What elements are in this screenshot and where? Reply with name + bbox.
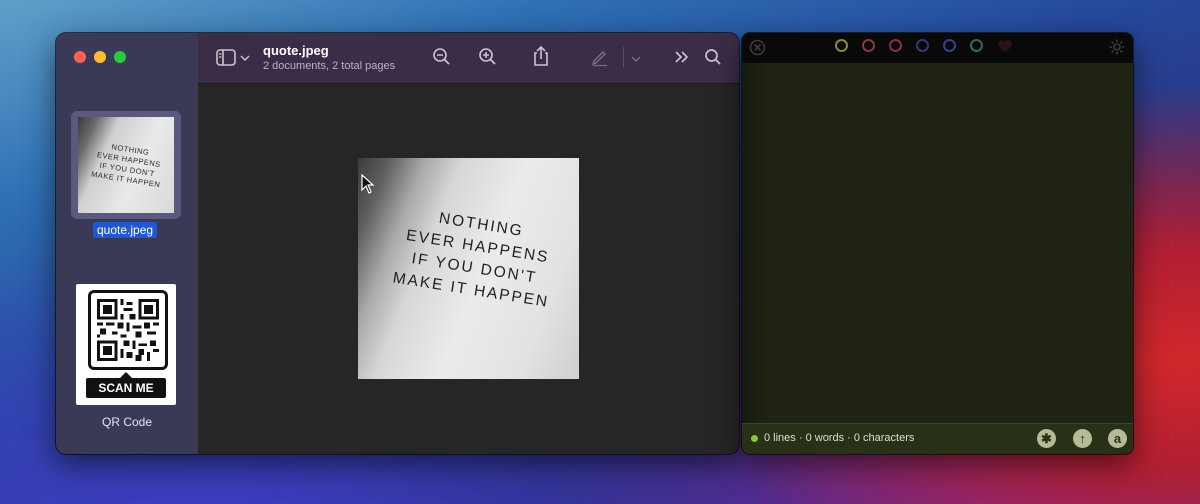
theme-ring-4[interactable] xyxy=(916,39,929,52)
quote-text: NOTHING EVER HAPPENS IF YOU DON'T MAKE I… xyxy=(391,209,551,311)
close-window-button[interactable] xyxy=(74,51,86,63)
theme-ring-6[interactable] xyxy=(970,39,983,52)
color-theme-rings xyxy=(835,39,1013,53)
editor-status-bar: 0 lines · 0 words · 0 characters ✱ ↑ a xyxy=(742,423,1133,454)
thumbnail-label-quote[interactable]: quote.jpeg xyxy=(93,222,158,238)
chevron-down-icon xyxy=(631,56,641,62)
document-subtitle: 2 documents, 2 total pages xyxy=(263,60,396,72)
qr-code-frame xyxy=(88,290,168,370)
more-tools-button[interactable] xyxy=(674,49,690,70)
editor-titlebar xyxy=(742,33,1133,63)
text-statistics: 0 lines · 0 words · 0 characters xyxy=(764,432,915,444)
minimize-window-button[interactable] xyxy=(94,51,106,63)
asterisk-icon[interactable]: ✱ xyxy=(1037,429,1056,448)
sidebar-toggle-button[interactable] xyxy=(216,48,252,73)
zoom-in-button[interactable] xyxy=(478,47,498,72)
theme-ring-2[interactable] xyxy=(862,39,875,52)
more-icon xyxy=(675,51,689,63)
theme-ring-3[interactable] xyxy=(889,39,902,52)
window-controls xyxy=(74,51,126,63)
sidebar-icon xyxy=(216,49,250,66)
gear-icon[interactable] xyxy=(1108,38,1126,56)
share-icon xyxy=(534,45,548,66)
theme-ring-5[interactable] xyxy=(943,39,956,52)
document-title: quote.jpeg xyxy=(263,43,329,58)
zoom-out-button[interactable] xyxy=(432,47,452,72)
arrow-up-icon[interactable]: ↑ xyxy=(1073,429,1092,448)
markup-pen-icon xyxy=(591,51,607,67)
zoom-window-button[interactable] xyxy=(114,51,126,63)
toolbar: quote.jpeg 2 documents, 2 total pages xyxy=(198,33,739,84)
share-button[interactable] xyxy=(532,45,550,72)
markup-menu-button[interactable] xyxy=(630,51,642,69)
zoom-in-icon xyxy=(479,48,496,65)
mouse-pointer-icon xyxy=(361,174,375,194)
markup-button[interactable] xyxy=(590,47,610,72)
thumbnail-label-qr-code[interactable]: QR Code xyxy=(56,415,198,429)
at-icon[interactable]: a xyxy=(1108,429,1127,448)
quote-photo: NOTHING EVER HAPPENS IF YOU DON'T MAKE I… xyxy=(358,158,579,379)
editor-text-area[interactable] xyxy=(742,63,1133,424)
zoom-out-icon xyxy=(433,48,450,65)
close-icon[interactable] xyxy=(749,39,766,56)
preview-window: NOTHING EVER HAPPENS IF YOU DON'T MAKE I… xyxy=(56,33,739,454)
document-canvas[interactable]: NOTHING EVER HAPPENS IF YOU DON'T MAKE I… xyxy=(198,84,739,454)
thumbnail-sidebar: NOTHING EVER HAPPENS IF YOU DON'T MAKE I… xyxy=(56,33,199,454)
status-indicator xyxy=(751,435,758,442)
scan-me-tag: SCAN ME xyxy=(86,372,166,398)
theme-ring-1[interactable] xyxy=(835,39,848,52)
heart-icon[interactable] xyxy=(997,39,1013,53)
qr-code-icon xyxy=(97,299,159,361)
toolbar-divider xyxy=(623,47,624,67)
search-button[interactable] xyxy=(704,48,722,71)
editor-window: 0 lines · 0 words · 0 characters ✱ ↑ a xyxy=(742,33,1133,454)
search-icon xyxy=(705,49,721,65)
thumbnail-qr-code[interactable]: SCAN ME xyxy=(76,284,176,405)
